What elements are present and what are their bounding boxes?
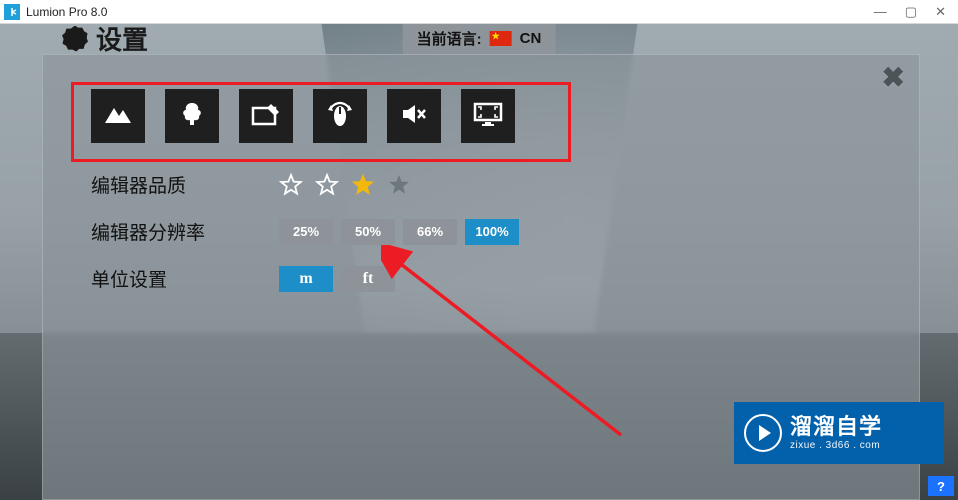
language-prefix: 当前语言: bbox=[417, 28, 482, 49]
play-icon bbox=[744, 414, 782, 452]
quality-star-2[interactable] bbox=[315, 173, 339, 197]
language-selector[interactable]: 当前语言: CN bbox=[403, 24, 556, 55]
units-options: m ft bbox=[279, 266, 395, 292]
editor-quality-stars bbox=[279, 173, 411, 197]
help-button[interactable]: ? bbox=[928, 476, 954, 496]
settings-heading: 设置 bbox=[62, 24, 148, 57]
quality-star-4[interactable] bbox=[387, 173, 411, 197]
units-row: 单位设置 m ft bbox=[79, 265, 883, 292]
watermark-url: zixue . 3d66 . com bbox=[790, 440, 882, 451]
window-title: Lumion Pro 8.0 bbox=[26, 5, 107, 19]
resolution-option-100[interactable]: 100% bbox=[465, 219, 519, 245]
unit-option-m[interactable]: m bbox=[279, 266, 333, 292]
app-icon bbox=[4, 4, 20, 20]
viewport-background: 设置 当前语言: CN ✖ bbox=[0, 24, 958, 500]
editor-resolution-row: 编辑器分辨率 25% 50% 66% 100% bbox=[79, 218, 883, 245]
resolution-option-50[interactable]: 50% bbox=[341, 219, 395, 245]
mountain-icon bbox=[103, 103, 133, 130]
resolution-options: 25% 50% 66% 100% bbox=[279, 219, 519, 245]
editor-quality-label: 编辑器品质 bbox=[79, 171, 279, 198]
unit-option-ft[interactable]: ft bbox=[341, 266, 395, 292]
watermark-title: 溜溜自学 bbox=[790, 415, 882, 439]
dialog-close-button[interactable]: ✖ bbox=[882, 61, 905, 94]
resolution-option-66[interactable]: 66% bbox=[403, 219, 457, 245]
category-navigation-button[interactable] bbox=[313, 89, 367, 143]
category-display-button[interactable] bbox=[461, 89, 515, 143]
editor-quality-row: 编辑器品质 bbox=[79, 171, 883, 198]
quality-star-3[interactable] bbox=[351, 173, 375, 197]
window-minimize-button[interactable]: — bbox=[874, 4, 887, 20]
settings-heading-label: 设置 bbox=[96, 24, 148, 57]
gear-icon bbox=[62, 26, 88, 52]
window-maximize-button[interactable]: ▢ bbox=[905, 4, 917, 20]
resolution-option-25[interactable]: 25% bbox=[279, 219, 333, 245]
window-close-button[interactable]: ✕ bbox=[935, 4, 946, 20]
flag-icon bbox=[490, 31, 512, 46]
mouse-rotate-icon bbox=[325, 100, 355, 133]
units-label: 单位设置 bbox=[79, 265, 279, 292]
header-strip: 设置 当前语言: CN bbox=[0, 24, 958, 56]
category-edit-button[interactable] bbox=[239, 89, 293, 143]
watermark: 溜溜自学 zixue . 3d66 . com bbox=[734, 402, 944, 464]
editor-resolution-label: 编辑器分辨率 bbox=[79, 218, 279, 245]
language-code: CN bbox=[520, 30, 542, 47]
monitor-icon bbox=[473, 101, 503, 132]
mute-icon bbox=[401, 103, 427, 130]
category-toolbar bbox=[91, 89, 883, 143]
category-sound-button[interactable] bbox=[387, 89, 441, 143]
window-titlebar: Lumion Pro 8.0 — ▢ ✕ bbox=[0, 0, 958, 24]
category-terrain-button[interactable] bbox=[91, 89, 145, 143]
tree-icon bbox=[180, 101, 204, 132]
category-nature-button[interactable] bbox=[165, 89, 219, 143]
quality-star-1[interactable] bbox=[279, 173, 303, 197]
tablet-edit-icon bbox=[251, 102, 281, 131]
